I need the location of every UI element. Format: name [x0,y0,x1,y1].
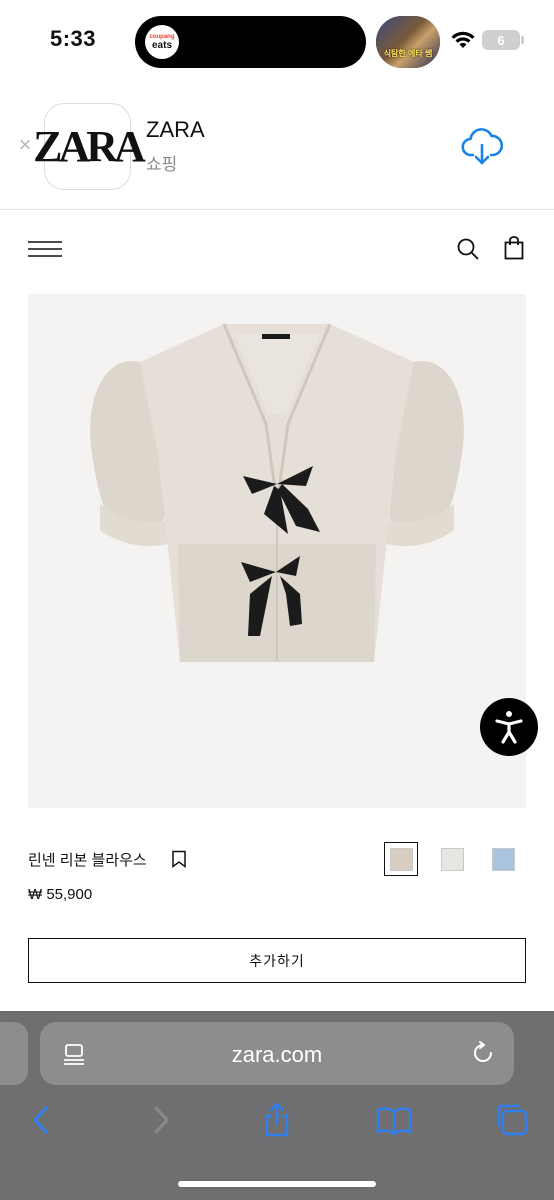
cloud-download-icon[interactable] [460,125,504,169]
color-swatch-fill [491,847,515,871]
wifi-icon [451,31,475,48]
product-name: 린넨 리본 블라우스 [28,852,147,869]
island-app-line2: eats [151,39,172,51]
back-icon[interactable] [24,1102,60,1138]
home-indicator[interactable] [178,1181,376,1187]
reload-icon[interactable] [470,1040,496,1066]
share-icon[interactable] [259,1102,295,1138]
battery-nub [521,36,524,44]
product-price: ₩ 55,900 [28,886,93,903]
add-to-cart-button[interactable]: 추가하기 [28,938,526,983]
color-swatch-fill [389,847,413,871]
blouse-illustration [90,323,464,662]
color-swatch-fill [440,847,464,871]
video-frame [376,16,440,68]
accessibility-icon [495,711,523,744]
banner-app-name: ZARA [146,117,205,142]
video-caption: 식탐한 에타 쌤 [383,49,433,58]
banner-divider [0,209,554,210]
bookmarks-icon[interactable] [376,1102,412,1138]
banner-app-category: 쇼핑 [146,155,178,174]
color-swatch-option[interactable] [435,842,469,876]
color-swatch-option[interactable] [486,842,520,876]
picture-in-picture-video[interactable]: 식탐한 에타 쌤 [376,16,440,68]
tabs-icon[interactable] [494,1102,530,1138]
battery-icon: 6 [482,30,520,50]
color-swatch-option[interactable] [384,842,418,876]
coupang-eats-live-activity-icon[interactable]: coupang eats [145,25,179,59]
status-time: 5:33 [50,26,97,51]
zara-app-icon[interactable]: ZARA [33,103,146,190]
shopping-bag-icon[interactable] [504,236,524,260]
dynamic-island[interactable]: coupang eats [135,16,366,68]
accessibility-button[interactable] [480,698,538,756]
bookmark-icon[interactable] [171,850,187,868]
search-icon[interactable] [456,237,480,261]
hamburger-menu-icon[interactable] [28,240,62,258]
zara-logo: ZARA [33,122,146,171]
forward-icon[interactable] [142,1102,178,1138]
product-image[interactable] [28,294,526,808]
battery-level: 6 [497,32,505,48]
